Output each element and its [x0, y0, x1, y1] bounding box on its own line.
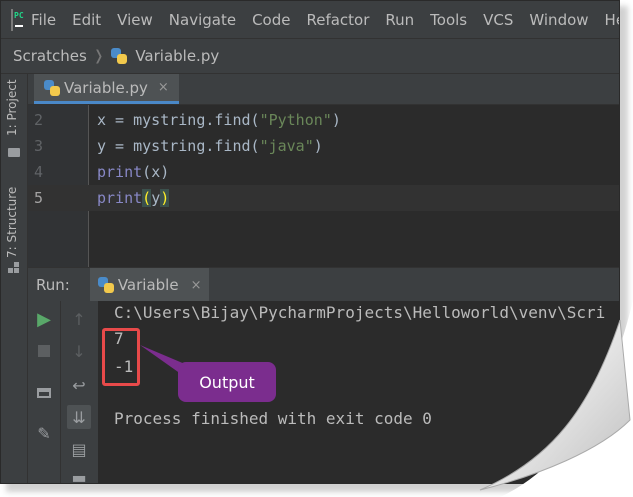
code-token: y — [97, 137, 107, 155]
breadcrumb-scratches[interactable]: Scratches — [1, 47, 93, 65]
code-line[interactable]: 3 y = mystring.find("java") — [28, 133, 619, 159]
scroll-to-end-icon[interactable]: ⇊ — [67, 405, 91, 429]
structure-icon — [8, 262, 20, 274]
line-number: 2 — [34, 111, 44, 129]
menu-vcs[interactable]: VCS — [475, 11, 521, 29]
run-toolbar-left: ▶ ✎ — [28, 301, 61, 483]
menu-help[interactable]: Help — [597, 11, 619, 29]
down-arrow-icon[interactable]: ↓ — [67, 339, 91, 363]
code-token: x — [151, 163, 161, 181]
menu-view[interactable]: View — [109, 11, 161, 29]
menu-edit[interactable]: Edit — [64, 11, 109, 29]
run-tab-label: Variable — [117, 276, 179, 294]
close-icon[interactable]: × — [191, 278, 202, 293]
breadcrumb-file-label: Variable.py — [135, 47, 220, 65]
close-icon[interactable]: × — [158, 80, 169, 95]
console-exit-message: Process finished with exit code 0 — [114, 409, 432, 428]
editor: Variable.py × 2 x = mystring.find("Pytho… — [28, 74, 619, 267]
code-line[interactable]: 2 x = mystring.find("Python") — [28, 107, 619, 133]
string-literal: "Python" — [259, 111, 332, 129]
line-number: 4 — [34, 163, 44, 181]
python-file-icon — [97, 277, 114, 293]
pin-icon[interactable]: ✎ — [32, 421, 56, 445]
up-arrow-icon[interactable]: ↑ — [67, 307, 91, 331]
builtin-print: print — [97, 163, 143, 181]
run-toolbar-right: ↑ ↓ ↩ ⇊ ▤ ▬ — [61, 301, 98, 484]
run-tool-header: Run: Variable × — [28, 267, 619, 302]
page-curl-decoration — [479, 300, 633, 497]
menu-tools[interactable]: Tools — [422, 11, 475, 29]
menu-code[interactable]: Code — [244, 11, 298, 29]
python-file-icon — [110, 48, 127, 64]
string-literal: "java" — [259, 137, 314, 155]
code-token: mystring.find( — [133, 111, 260, 129]
output-callout: Output — [178, 362, 276, 402]
layout-icon[interactable] — [32, 381, 56, 405]
code-token: mystring.find( — [133, 137, 260, 155]
code-token: x — [97, 111, 107, 129]
line-number: 3 — [34, 137, 44, 155]
code-token: y — [151, 189, 161, 207]
pycharm-logo-icon: PC — [11, 8, 24, 31]
builtin-print: print — [97, 189, 143, 207]
menu-window[interactable]: Window — [521, 11, 596, 29]
tab-variable-py[interactable]: Variable.py × — [34, 74, 179, 104]
code-line-current[interactable]: 5 print(y) — [28, 185, 619, 211]
run-tab-variable[interactable]: Variable × — [89, 268, 210, 302]
callout-label: Output — [199, 372, 255, 392]
trash-icon[interactable]: ▬ — [67, 465, 91, 484]
tab-structure[interactable]: 7: Structure — [5, 187, 19, 258]
menu-navigate[interactable]: Navigate — [161, 11, 244, 29]
run-label: Run: — [36, 276, 70, 294]
left-tool-strip: 1: Project 7: Structure — [1, 74, 28, 483]
output-highlight-box — [102, 328, 140, 386]
menu-run[interactable]: Run — [377, 11, 422, 29]
soft-wrap-icon[interactable]: ↩ — [67, 373, 91, 397]
code-token: ) — [331, 111, 341, 129]
breadcrumb: Scratches ❭ Variable.py — [1, 38, 619, 74]
line-number: 5 — [34, 189, 44, 207]
code-line[interactable]: 4 print(x) — [28, 159, 619, 185]
matched-paren: ( — [142, 189, 152, 207]
editor-tab-bar: Variable.py × — [28, 74, 619, 105]
code-token: ( — [142, 163, 152, 181]
menu-file[interactable]: File — [23, 11, 64, 29]
breadcrumb-file[interactable]: Variable.py — [105, 47, 220, 65]
breadcrumb-separator-icon: ❭ — [92, 48, 105, 64]
python-file-icon — [44, 79, 60, 96]
tab-label: Variable.py — [64, 78, 148, 97]
print-icon[interactable]: ▤ — [67, 437, 91, 461]
tab-project[interactable]: 1: Project — [5, 79, 19, 136]
folder-icon — [8, 148, 20, 157]
rerun-play-icon[interactable]: ▶ — [32, 307, 56, 331]
stop-icon[interactable] — [32, 339, 56, 363]
code-token: ) — [313, 137, 323, 155]
menu-refactor[interactable]: Refactor — [298, 11, 377, 29]
code-token: ) — [160, 163, 170, 181]
menu-bar: PC File Edit View Navigate Code Refactor… — [1, 1, 619, 38]
matched-paren: ) — [160, 189, 170, 207]
